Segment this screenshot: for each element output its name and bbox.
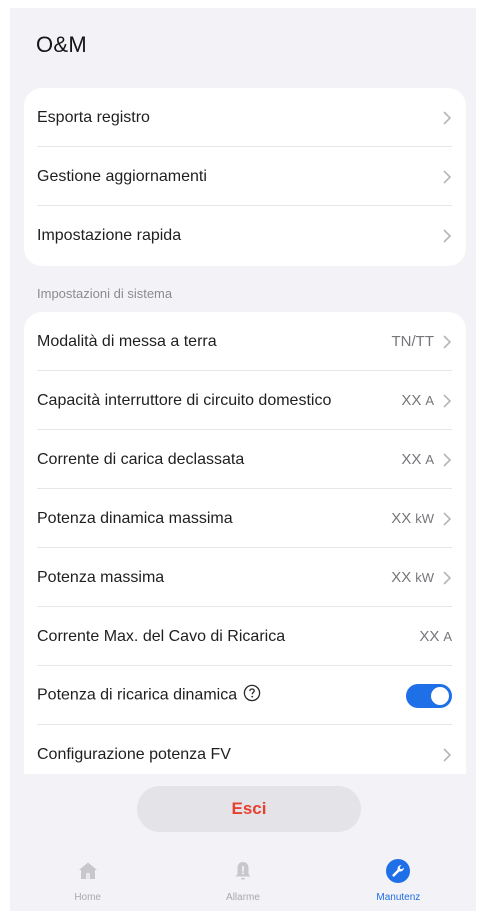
- chevron-right-icon: [442, 511, 452, 526]
- dynamic-charging-row: Potenza di ricarica dinamica: [24, 666, 466, 725]
- chevron-right-icon: [442, 393, 452, 408]
- max-dynamic-power-unit: kW: [415, 511, 434, 526]
- tab-home[interactable]: Home: [10, 853, 165, 911]
- cable-max-current-row: Corrente Max. del Cavo di Ricarica XX A: [24, 607, 466, 666]
- breaker-capacity-row[interactable]: Capacità interruttore di circuito domest…: [24, 371, 466, 430]
- system-settings-list: Modalità di messa a terra TN/TT Capacità…: [24, 312, 466, 774]
- bottom-tab-bar: Home Allarme Manutenz: [10, 853, 476, 911]
- chevron-right-icon: [442, 228, 452, 243]
- cable-max-current-number: XX: [419, 628, 440, 645]
- derated-current-unit: A: [425, 452, 434, 467]
- breaker-capacity-number: XX: [401, 392, 422, 409]
- max-power-row[interactable]: Potenza massima XX kW: [24, 548, 466, 607]
- pv-power-config-label: Configurazione potenza FV: [37, 745, 231, 763]
- wrench-icon: [385, 858, 411, 884]
- tab-alarms[interactable]: Allarme: [165, 853, 320, 911]
- max-power-unit: kW: [415, 570, 434, 585]
- chevron-right-icon: [442, 334, 452, 349]
- chevron-right-icon: [442, 452, 452, 467]
- tab-alarms-label: Allarme: [226, 892, 260, 903]
- home-icon: [75, 858, 101, 884]
- maintenance-menu: Esporta registro Gestione aggiornamenti …: [24, 88, 466, 266]
- chevron-right-icon: [442, 169, 452, 184]
- max-dynamic-power-row[interactable]: Potenza dinamica massima XX kW: [24, 489, 466, 548]
- cable-max-current-unit: A: [443, 629, 452, 644]
- derated-current-row[interactable]: Corrente di carica declassata XX A: [24, 430, 466, 489]
- system-settings-heading: Impostazioni di sistema: [37, 286, 173, 301]
- page-title: O&M: [36, 32, 88, 57]
- breaker-capacity-unit: A: [425, 393, 434, 408]
- dynamic-charging-label-wrap: Potenza di ricarica dinamica: [37, 684, 406, 707]
- derated-current-number: XX: [401, 451, 422, 468]
- update-management-row[interactable]: Gestione aggiornamenti: [24, 147, 466, 206]
- toggle-knob: [431, 686, 449, 705]
- update-management-label: Gestione aggiornamenti: [37, 167, 207, 185]
- dynamic-charging-toggle[interactable]: [406, 683, 452, 708]
- earthing-mode-value: TN/TT: [391, 333, 435, 350]
- max-dynamic-power-number: XX: [391, 510, 412, 527]
- max-dynamic-power-label: Potenza dinamica massima: [37, 509, 233, 527]
- exit-button[interactable]: Esci: [137, 786, 361, 832]
- max-power-label: Potenza massima: [37, 568, 165, 586]
- derated-current-label: Corrente di carica declassata: [37, 450, 245, 468]
- cable-max-current-value: XX A: [419, 628, 452, 645]
- export-log-row[interactable]: Esporta registro: [24, 88, 466, 147]
- derated-current-value: XX A: [401, 451, 434, 468]
- max-dynamic-power-value: XX kW: [391, 510, 434, 527]
- screen: O&M Esporta registro Gestione aggiorname…: [10, 8, 476, 911]
- earthing-mode-label: Modalità di messa a terra: [37, 332, 217, 350]
- bell-icon: [230, 858, 256, 884]
- tab-maintenance[interactable]: Manutenz: [321, 853, 476, 911]
- quick-setup-row[interactable]: Impostazione rapida: [24, 206, 466, 265]
- tab-home-label: Home: [74, 892, 101, 903]
- chevron-right-icon: [442, 110, 452, 125]
- tab-maintenance-label: Manutenz: [376, 892, 421, 903]
- cable-max-current-label: Corrente Max. del Cavo di Ricarica: [37, 627, 286, 645]
- help-icon[interactable]: [243, 684, 261, 707]
- export-log-label: Esporta registro: [37, 108, 150, 126]
- max-power-number: XX: [391, 569, 412, 586]
- chevron-right-icon: [442, 747, 452, 762]
- chevron-right-icon: [442, 570, 452, 585]
- quick-setup-label: Impostazione rapida: [37, 226, 182, 244]
- dynamic-charging-label: Potenza di ricarica dinamica: [37, 686, 238, 704]
- breaker-capacity-value: XX A: [401, 392, 434, 409]
- pv-power-config-row[interactable]: Configurazione potenza FV: [24, 725, 466, 774]
- earthing-mode-row[interactable]: Modalità di messa a terra TN/TT: [24, 312, 466, 371]
- breaker-capacity-label: Capacità interruttore di circuito domest…: [37, 391, 332, 409]
- max-power-value: XX kW: [391, 569, 434, 586]
